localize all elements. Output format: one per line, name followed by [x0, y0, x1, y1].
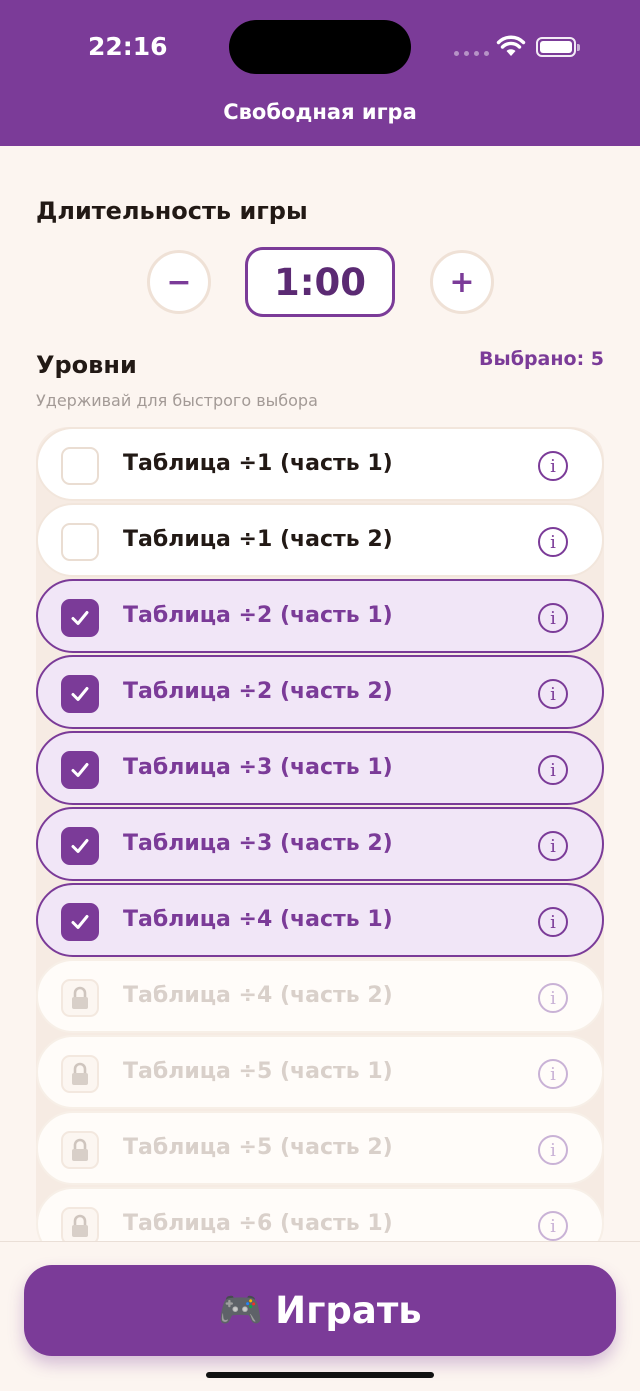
duration-label: Длительность игры — [36, 197, 308, 225]
checkmark-icon — [71, 611, 89, 625]
gamepad-icon: 🎮 — [218, 1289, 264, 1331]
wifi-icon — [496, 35, 526, 56]
info-icon[interactable]: i — [538, 679, 568, 709]
level-label: Таблица ÷3 (часть 2) — [123, 831, 393, 856]
checkbox-checked[interactable] — [61, 675, 99, 713]
level-row: Таблица ÷5 (часть 2) i — [36, 1111, 604, 1185]
info-icon[interactable]: i — [538, 755, 568, 785]
level-label: Таблица ÷5 (часть 2) — [123, 1135, 393, 1160]
levels-hint: Удерживай для быстрого выбора — [36, 391, 318, 410]
lock-icon — [72, 1062, 88, 1085]
level-label: Таблица ÷6 (часть 1) — [123, 1211, 393, 1236]
checkbox-checked[interactable] — [61, 751, 99, 789]
status-time: 22:16 — [88, 32, 168, 61]
checkbox-locked — [61, 1131, 99, 1169]
level-row: Таблица ÷5 (часть 1) i — [36, 1035, 604, 1109]
level-row[interactable]: Таблица ÷1 (часть 2) i — [36, 503, 604, 577]
page-title: Свободная игра — [223, 100, 417, 124]
level-label: Таблица ÷2 (часть 1) — [123, 603, 393, 628]
level-label: Таблица ÷1 (часть 2) — [123, 527, 393, 552]
checkbox-checked[interactable] — [61, 827, 99, 865]
info-icon[interactable]: i — [538, 831, 568, 861]
checkbox-locked — [61, 1207, 99, 1241]
level-row: Таблица ÷6 (часть 1) i — [36, 1187, 604, 1241]
level-row[interactable]: Таблица ÷1 (часть 1) i — [36, 427, 604, 501]
battery-icon — [536, 37, 580, 57]
level-row[interactable]: Таблица ÷2 (часть 1) i — [36, 579, 604, 653]
checkbox-checked[interactable] — [61, 599, 99, 637]
checkmark-icon — [71, 763, 89, 777]
checkmark-icon — [71, 687, 89, 701]
level-label: Таблица ÷2 (часть 2) — [123, 679, 393, 704]
level-row[interactable]: Таблица ÷2 (часть 2) i — [36, 655, 604, 729]
level-row[interactable]: Таблица ÷3 (часть 2) i — [36, 807, 604, 881]
increase-duration-button[interactable]: + — [430, 250, 494, 314]
signal-icon — [454, 51, 489, 56]
play-label: Играть — [275, 1289, 422, 1332]
header: 22:16 Свободная игра — [0, 0, 640, 146]
lock-icon — [72, 986, 88, 1009]
dynamic-island — [229, 20, 411, 74]
checkmark-icon — [71, 915, 89, 929]
level-row[interactable]: Таблица ÷4 (часть 1) i — [36, 883, 604, 957]
checkbox-checked[interactable] — [61, 903, 99, 941]
checkbox-locked — [61, 1055, 99, 1093]
level-row[interactable]: Таблица ÷3 (часть 1) i — [36, 731, 604, 805]
level-row: Таблица ÷4 (часть 2) i — [36, 959, 604, 1033]
duration-value: 1:00 — [245, 247, 395, 317]
info-icon[interactable]: i — [538, 603, 568, 633]
levels-list[interactable]: Таблица ÷1 (часть 1) i Таблица ÷1 (часть 2… — [36, 427, 604, 1241]
level-label: Таблица ÷4 (часть 1) — [123, 907, 393, 932]
checkbox[interactable] — [61, 447, 99, 485]
level-label: Таблица ÷5 (часть 1) — [123, 1059, 393, 1084]
checkmark-icon — [71, 839, 89, 853]
play-button[interactable]: 🎮 Играть — [24, 1265, 616, 1356]
lock-icon — [72, 1214, 88, 1237]
info-icon[interactable]: i — [538, 983, 568, 1013]
info-icon[interactable]: i — [538, 907, 568, 937]
checkbox[interactable] — [61, 523, 99, 561]
levels-label: Уровни — [36, 351, 137, 379]
level-label: Таблица ÷4 (часть 2) — [123, 983, 393, 1008]
level-label: Таблица ÷3 (часть 1) — [123, 755, 393, 780]
selected-count: Выбрано: 5 — [479, 348, 604, 370]
info-icon[interactable]: i — [538, 1059, 568, 1089]
home-indicator — [206, 1372, 434, 1378]
info-icon[interactable]: i — [538, 451, 568, 481]
checkbox-locked — [61, 979, 99, 1017]
level-label: Таблица ÷1 (часть 1) — [123, 451, 393, 476]
info-icon[interactable]: i — [538, 1135, 568, 1165]
decrease-duration-button[interactable]: − — [147, 250, 211, 314]
lock-icon — [72, 1138, 88, 1161]
info-icon[interactable]: i — [538, 1211, 568, 1241]
info-icon[interactable]: i — [538, 527, 568, 557]
